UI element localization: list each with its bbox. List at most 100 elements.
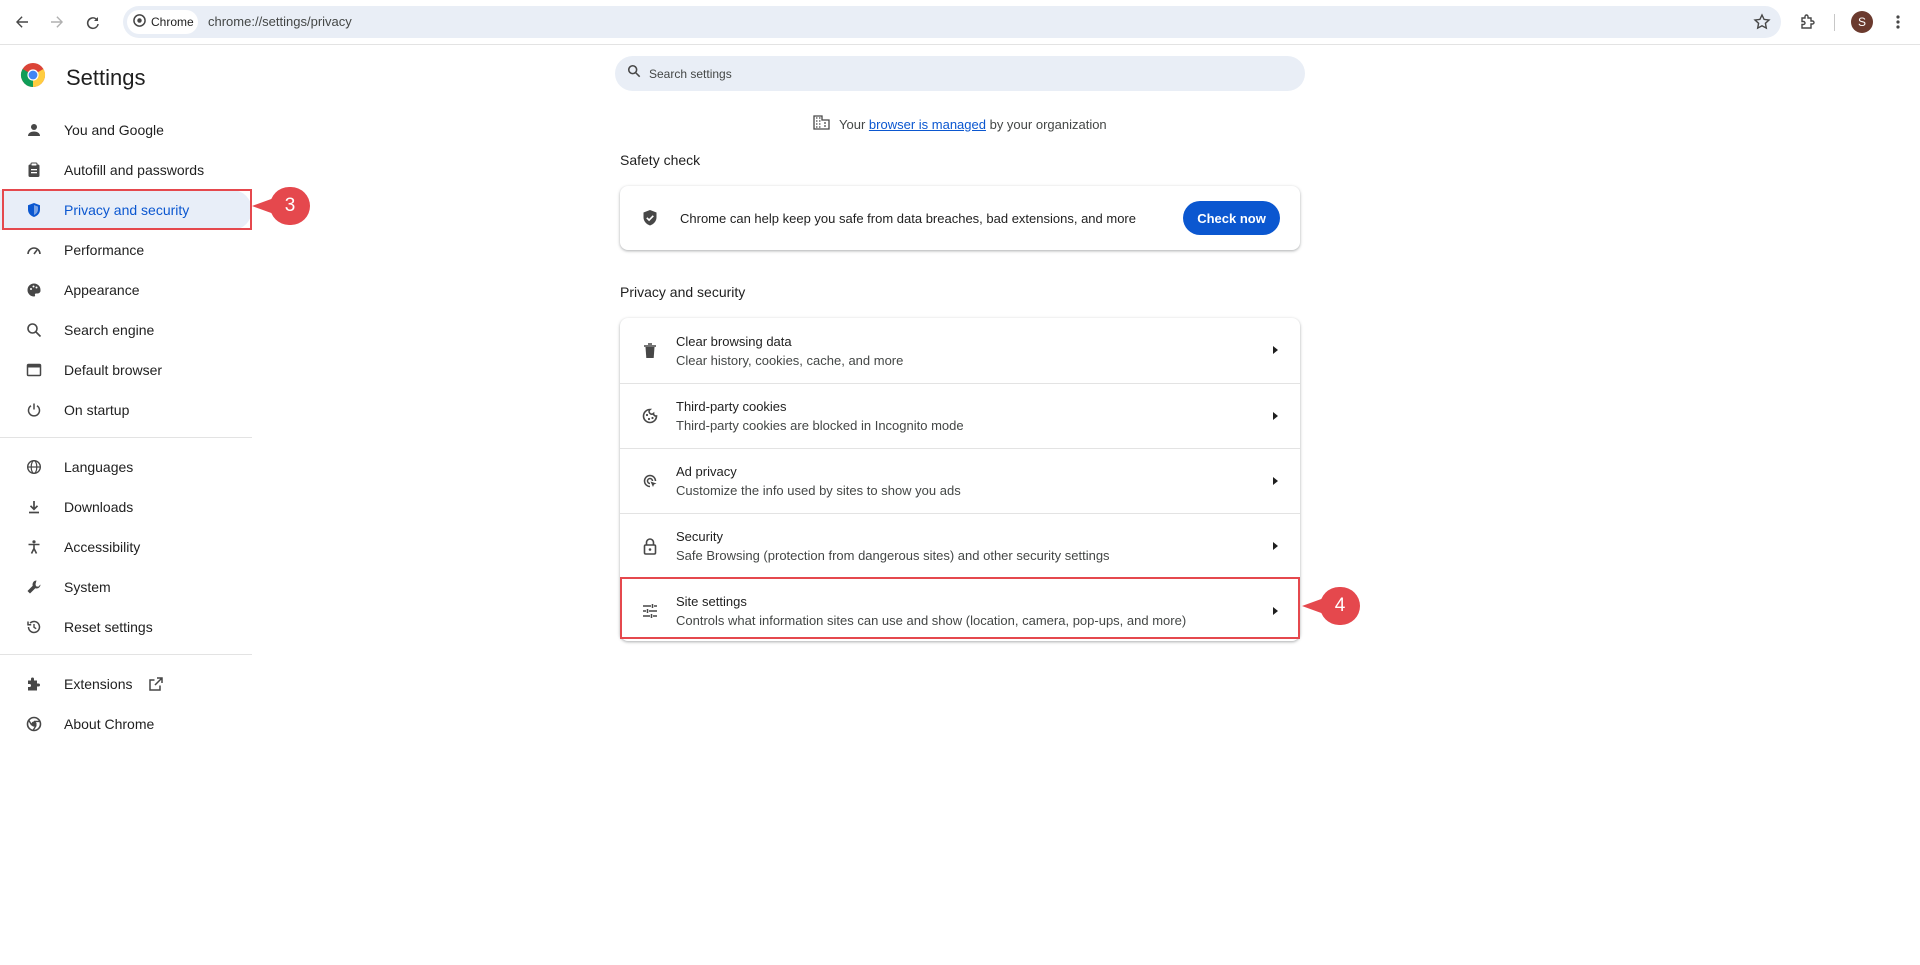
callout-number: 3 bbox=[270, 187, 310, 225]
sidebar-item-default-browser[interactable]: Default browser bbox=[0, 350, 252, 390]
sidebar-divider bbox=[0, 437, 252, 438]
chevron-right-icon bbox=[1273, 542, 1278, 550]
sidebar-item-label: Languages bbox=[64, 459, 134, 475]
highlight-box-step-3 bbox=[2, 189, 252, 230]
site-chip-label: Chrome bbox=[151, 15, 194, 29]
sidebar-item-downloads[interactable]: Downloads bbox=[0, 487, 252, 527]
check-now-button[interactable]: Check now bbox=[1183, 201, 1280, 235]
person-icon bbox=[24, 120, 44, 140]
privacy-section-heading: Privacy and security bbox=[620, 284, 746, 300]
settings-header: Settings bbox=[20, 62, 146, 93]
search-input[interactable] bbox=[649, 66, 1249, 81]
search-settings-bar[interactable] bbox=[615, 56, 1305, 91]
sidebar-item-you-and-google[interactable]: You and Google bbox=[0, 110, 252, 150]
row-clear-browsing-data[interactable]: Clear browsing data Clear history, cooki… bbox=[620, 318, 1300, 383]
sidebar-item-autofill[interactable]: Autofill and passwords bbox=[0, 150, 252, 190]
row-third-party-cookies[interactable]: Third-party cookies Third-party cookies … bbox=[620, 383, 1300, 448]
sidebar-item-about-chrome[interactable]: About Chrome bbox=[0, 704, 252, 744]
kebab-menu-icon[interactable] bbox=[1886, 10, 1910, 34]
safety-check-text: Chrome can help keep you safe from data … bbox=[680, 210, 1136, 226]
managed-prefix: Your bbox=[839, 116, 866, 132]
sidebar-item-label: Autofill and passwords bbox=[64, 162, 205, 178]
cookie-icon bbox=[640, 406, 660, 426]
toolbar-divider bbox=[1834, 14, 1835, 31]
search-icon bbox=[24, 320, 44, 340]
forward-arrow-icon[interactable] bbox=[45, 10, 69, 34]
history-icon bbox=[24, 617, 44, 637]
bookmark-star-icon[interactable] bbox=[1753, 13, 1771, 36]
ad-privacy-icon bbox=[640, 471, 660, 491]
row-text: Ad privacy Customize the info used by si… bbox=[676, 464, 961, 498]
step-callout-4: 4 bbox=[1302, 587, 1360, 625]
sidebar-item-reset-settings[interactable]: Reset settings bbox=[0, 607, 252, 647]
highlight-box-step-4 bbox=[620, 577, 1300, 639]
clipboard-icon bbox=[24, 160, 44, 180]
chrome-icon bbox=[24, 714, 44, 734]
lock-icon bbox=[640, 536, 660, 556]
reload-icon[interactable] bbox=[81, 10, 105, 34]
sidebar-item-label: About Chrome bbox=[64, 716, 155, 732]
profile-avatar[interactable]: S bbox=[1851, 11, 1873, 33]
safety-check-row: Chrome can help keep you safe from data … bbox=[620, 186, 1300, 250]
back-arrow-icon[interactable] bbox=[10, 10, 34, 34]
row-text: Third-party cookies Third-party cookies … bbox=[676, 399, 964, 433]
site-chip[interactable]: Chrome bbox=[127, 10, 198, 34]
sidebar-item-extensions[interactable]: Extensions bbox=[0, 664, 252, 704]
browser-window-icon bbox=[24, 360, 44, 380]
address-bar[interactable]: Chrome chrome://settings/privacy bbox=[123, 6, 1781, 38]
row-title: Security bbox=[676, 529, 723, 544]
sidebar-item-on-startup[interactable]: On startup bbox=[0, 390, 252, 430]
chevron-right-icon bbox=[1273, 346, 1278, 354]
sidebar-item-appearance[interactable]: Appearance bbox=[0, 270, 252, 310]
sidebar-item-system[interactable]: System bbox=[0, 567, 252, 607]
chrome-icon bbox=[133, 14, 146, 30]
chrome-logo-icon bbox=[20, 62, 46, 93]
sidebar-item-languages[interactable]: Languages bbox=[0, 447, 252, 487]
sidebar-item-label: Downloads bbox=[64, 499, 134, 515]
shield-check-icon bbox=[640, 208, 660, 228]
trash-icon bbox=[640, 341, 660, 361]
row-subtitle: Clear history, cookies, cache, and more bbox=[676, 352, 904, 368]
download-icon bbox=[24, 497, 44, 517]
sidebar-item-label: Extensions bbox=[64, 676, 133, 692]
wrench-icon bbox=[24, 577, 44, 597]
puzzle-icon bbox=[24, 674, 44, 694]
sidebar-item-label: Search engine bbox=[64, 322, 155, 338]
step-callout-3: 3 bbox=[252, 187, 310, 225]
row-subtitle: Safe Browsing (protection from dangerous… bbox=[676, 548, 1110, 563]
palette-icon bbox=[24, 280, 44, 300]
sidebar-item-label: Appearance bbox=[64, 282, 140, 298]
sidebar-item-label: You and Google bbox=[64, 122, 164, 138]
sidebar-item-accessibility[interactable]: Accessibility bbox=[0, 527, 252, 567]
sidebar-item-performance[interactable]: Performance bbox=[0, 230, 252, 270]
row-security[interactable]: Security Safe Browsing (protection from … bbox=[620, 513, 1300, 578]
browser-managed-link[interactable]: browser is managed bbox=[869, 117, 986, 132]
managed-suffix: by your organization bbox=[989, 116, 1107, 132]
accessibility-icon bbox=[24, 537, 44, 557]
url-text[interactable]: chrome://settings/privacy bbox=[208, 14, 352, 29]
power-icon bbox=[24, 400, 44, 420]
speedometer-icon bbox=[24, 240, 44, 260]
chevron-right-icon bbox=[1273, 412, 1278, 420]
sidebar-item-search-engine[interactable]: Search engine bbox=[0, 310, 252, 350]
extensions-puzzle-icon[interactable] bbox=[1796, 10, 1820, 34]
chevron-right-icon bbox=[1273, 477, 1278, 485]
browser-toolbar: Chrome chrome://settings/privacy S bbox=[0, 0, 1920, 45]
sidebar-item-label: Performance bbox=[64, 242, 145, 258]
globe-icon bbox=[24, 457, 44, 477]
external-link-icon bbox=[148, 676, 164, 692]
sidebar-item-label: Default browser bbox=[64, 362, 163, 378]
search-icon bbox=[627, 64, 641, 83]
row-title: Third-party cookies bbox=[676, 399, 787, 414]
row-title: Clear browsing data bbox=[676, 333, 792, 349]
row-title: Ad privacy bbox=[676, 464, 737, 479]
row-text: Security Safe Browsing (protection from … bbox=[676, 529, 1110, 563]
row-ad-privacy[interactable]: Ad privacy Customize the info used by si… bbox=[620, 448, 1300, 513]
sidebar-item-label: Reset settings bbox=[64, 619, 153, 635]
sidebar-item-label: On startup bbox=[64, 402, 130, 418]
page-title: Settings bbox=[66, 64, 146, 90]
row-text: Clear browsing data Clear history, cooki… bbox=[676, 334, 903, 368]
managed-notice: Your browser is managed by your organiza… bbox=[813, 115, 1107, 133]
sidebar-item-label: Accessibility bbox=[64, 539, 141, 555]
row-subtitle: Third-party cookies are blocked in Incog… bbox=[676, 418, 964, 433]
